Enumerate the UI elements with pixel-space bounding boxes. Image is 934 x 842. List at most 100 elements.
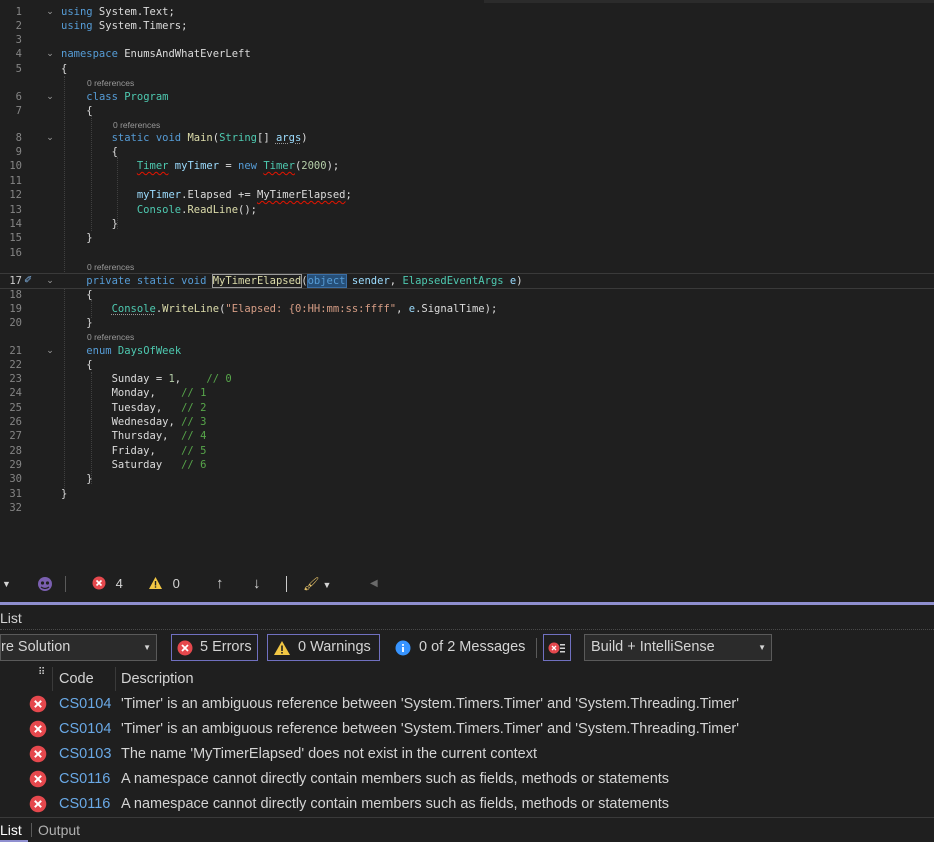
column-header-code[interactable]: Code (59, 665, 94, 693)
fold-chevron-icon[interactable]: ⌄ (44, 274, 56, 288)
code-line[interactable]: 30 } (0, 472, 934, 486)
line-number[interactable]: 21 (0, 344, 22, 358)
code-line[interactable]: 17 ⌄ ✐ private static void MyTimerElapsed(… (0, 273, 934, 289)
error-code-link[interactable]: CS0104 (59, 717, 111, 742)
filter-toggle-button[interactable] (543, 634, 571, 661)
codelens-references[interactable]: 0 references (87, 332, 134, 342)
error-code-link[interactable]: CS0116 (59, 792, 110, 817)
error-row[interactable]: CS0116 A namespace cannot directly contai… (0, 767, 934, 792)
fold-chevron-icon[interactable]: ⌄ (44, 47, 56, 61)
line-number[interactable]: 5 (0, 62, 22, 76)
code-line[interactable]: 31} (0, 487, 934, 501)
code-line[interactable]: 16 (0, 246, 934, 260)
previous-issue-arrow-icon[interactable]: ↑ (216, 573, 224, 595)
tab-error-list[interactable]: List (0, 818, 28, 842)
code-line[interactable]: 9 { (0, 145, 934, 159)
line-number[interactable]: 14 (0, 217, 22, 231)
line-number[interactable]: 6 (0, 90, 22, 104)
dropdown-arrow-icon[interactable]: ▼ (2, 573, 14, 595)
line-number[interactable]: 23 (0, 372, 22, 386)
line-number[interactable]: 3 (0, 33, 22, 47)
code-line[interactable]: 4 ⌄ namespace EnumsAndWhatEverLeft (0, 47, 934, 61)
scope-dropdown[interactable]: re Solution ▼ (0, 634, 157, 661)
line-number[interactable]: 32 (0, 501, 22, 515)
fold-chevron-icon[interactable]: ⌄ (44, 5, 56, 19)
next-issue-arrow-icon[interactable]: ↓ (253, 573, 261, 595)
sort-icon[interactable]: ⠿ (38, 665, 45, 693)
line-number[interactable]: 18 (0, 288, 22, 302)
codelens-references[interactable]: 0 references (87, 78, 134, 88)
line-number[interactable]: 22 (0, 358, 22, 372)
code-line[interactable]: 18 { (0, 288, 934, 302)
code-line[interactable]: 1 ⌄ using System.Text; (0, 5, 934, 19)
code-line[interactable]: 26 Wednesday, // 3 (0, 415, 934, 429)
copilot-icon[interactable] (36, 573, 56, 595)
fold-chevron-icon[interactable]: ⌄ (44, 131, 56, 145)
line-number[interactable]: 10 (0, 159, 22, 173)
fold-chevron-icon[interactable]: ⌄ (44, 90, 56, 104)
line-number[interactable]: 16 (0, 246, 22, 260)
line-number[interactable]: 30 (0, 472, 22, 486)
error-code-link[interactable]: CS0103 (59, 742, 111, 767)
line-number[interactable]: 1 (0, 5, 22, 19)
code-line[interactable]: 11 (0, 174, 934, 188)
code-line[interactable]: 32 (0, 501, 934, 515)
line-number[interactable]: 19 (0, 302, 22, 316)
column-separator[interactable] (52, 667, 53, 691)
code-line[interactable]: 3 (0, 33, 934, 47)
error-row[interactable]: CS0116 A namespace cannot directly contai… (0, 792, 934, 817)
line-number[interactable]: 25 (0, 401, 22, 415)
code-cleanup-brush-icon[interactable]: 🖌 ▼ (303, 573, 331, 595)
error-row[interactable]: CS0103 The name 'MyTimerElapsed' does not… (0, 742, 934, 767)
line-number[interactable]: 4 (0, 47, 22, 61)
code-line[interactable]: 19 Console.WriteLine("Elapsed: {0:HH:mm:… (0, 302, 934, 316)
quick-action-brush-icon[interactable]: ✐ (24, 275, 32, 287)
line-number[interactable]: 11 (0, 174, 22, 188)
code-line[interactable]: 7 { (0, 104, 934, 118)
fold-chevron-icon[interactable]: ⌄ (44, 344, 56, 358)
line-number[interactable]: 7 (0, 104, 22, 118)
line-number[interactable]: 29 (0, 458, 22, 472)
line-number[interactable]: 9 (0, 145, 22, 159)
line-number[interactable]: 27 (0, 429, 22, 443)
code-line[interactable]: 28 Friday, // 5 (0, 444, 934, 458)
warning-count-indicator[interactable]: 0 (148, 573, 180, 595)
line-number[interactable]: 12 (0, 188, 22, 202)
column-header-description[interactable]: Description (121, 665, 194, 693)
code-line[interactable]: 27 Thursday, // 4 (0, 429, 934, 443)
messages-filter-button[interactable]: 0 of 2 Messages (388, 634, 531, 661)
code-line[interactable]: 22 { (0, 358, 934, 372)
line-number[interactable]: 13 (0, 203, 22, 217)
code-line[interactable]: 13 Console.ReadLine(); (0, 203, 934, 217)
line-number[interactable]: 31 (0, 487, 22, 501)
code-line[interactable]: 10 Timer myTimer = new Timer(2000); (0, 159, 934, 173)
code-line[interactable]: 15 } (0, 231, 934, 245)
line-number[interactable]: 24 (0, 386, 22, 400)
line-number[interactable]: 20 (0, 316, 22, 330)
code-line[interactable]: 8 ⌄ static void Main(String[] args) (0, 131, 934, 145)
line-number[interactable]: 17 (0, 274, 22, 288)
tab-output[interactable]: Output (38, 818, 80, 842)
line-number[interactable]: 15 (0, 231, 22, 245)
code-line[interactable]: 29 Saturday // 6 (0, 458, 934, 472)
line-number[interactable]: 28 (0, 444, 22, 458)
warnings-filter-button[interactable]: 0 Warnings (267, 634, 380, 661)
build-source-dropdown[interactable]: Build + IntelliSense ▼ (584, 634, 772, 661)
code-line[interactable]: 14 } (0, 217, 934, 231)
code-line[interactable]: 5{ (0, 62, 934, 76)
line-number[interactable]: 8 (0, 131, 22, 145)
code-line[interactable]: 2 using System.Timers; (0, 19, 934, 33)
code-line[interactable]: 21 ⌄ enum DaysOfWeek (0, 344, 934, 358)
errors-filter-button[interactable]: 5 Errors (171, 634, 258, 661)
codelens-references[interactable]: 0 references (87, 262, 134, 272)
code-editor[interactable]: 1 ⌄ using System.Text; 2 using System.Timers… (0, 0, 934, 572)
scroll-left-arrow-icon[interactable]: ◀ (370, 573, 378, 595)
code-line[interactable]: 24 Monday, // 1 (0, 386, 934, 400)
error-row[interactable]: CS0104 'Timer' is an ambiguous reference … (0, 692, 934, 717)
codelens-references[interactable]: 0 references (113, 120, 160, 130)
code-line[interactable]: 23 Sunday = 1, // 0 (0, 372, 934, 386)
code-line[interactable]: 25 Tuesday, // 2 (0, 401, 934, 415)
column-separator[interactable] (115, 667, 116, 691)
error-code-link[interactable]: CS0116 (59, 767, 110, 792)
line-number[interactable]: 2 (0, 19, 22, 33)
